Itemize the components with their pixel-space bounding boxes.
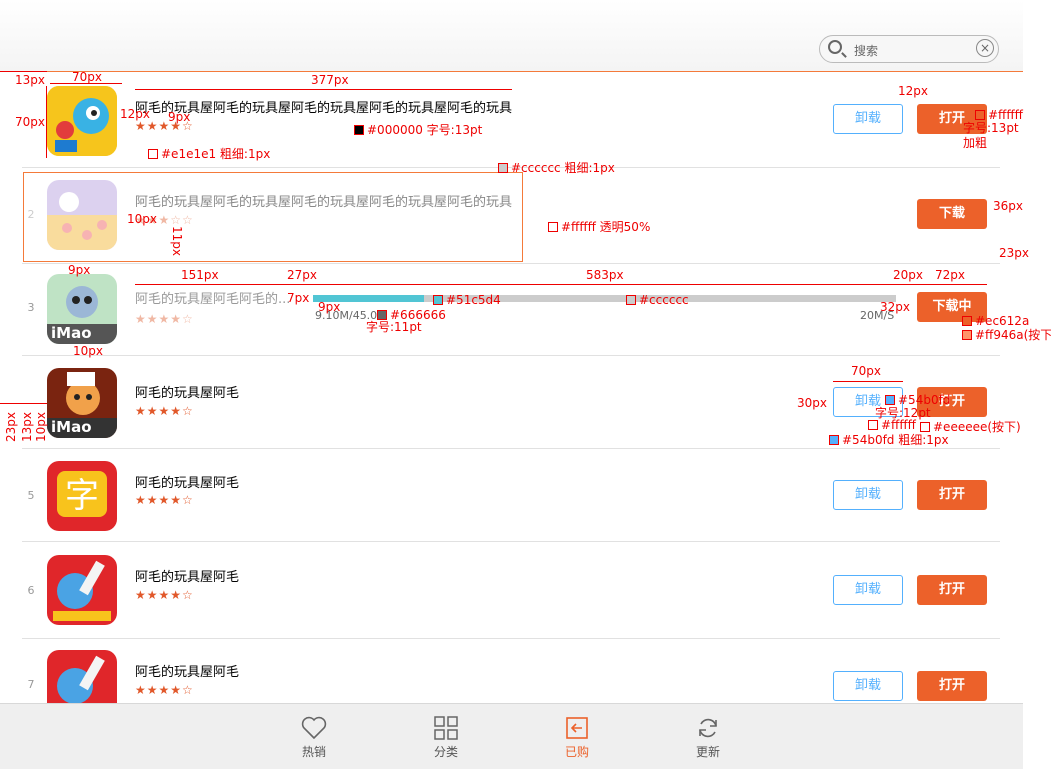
annotation: 12px xyxy=(120,107,150,121)
annotation: 70px xyxy=(15,115,45,129)
app-icon xyxy=(47,555,117,625)
annotation: 加粗 xyxy=(963,136,988,150)
open-button[interactable]: 打开 xyxy=(917,480,987,510)
refresh-icon xyxy=(699,718,717,738)
app-title: 阿毛的玩具屋阿毛 xyxy=(135,665,240,680)
app-title: 阿毛的玩具屋阿毛 xyxy=(135,386,240,401)
purchased-icon xyxy=(566,717,588,739)
uninstall-button[interactable]: 卸载 xyxy=(833,480,903,510)
measure-line xyxy=(0,71,47,72)
tab-label: 分类 xyxy=(433,745,458,759)
uninstall-button[interactable]: 卸载 xyxy=(833,671,903,701)
app-icon xyxy=(47,86,117,156)
annotation: #ff946a(按下) xyxy=(962,326,1051,343)
annotation: 字号:11pt xyxy=(366,320,422,334)
annotation: 583px xyxy=(586,268,624,282)
list-item[interactable] xyxy=(22,264,1000,356)
app-icon: iMao xyxy=(47,274,117,344)
search-placeholder: 搜索 xyxy=(854,44,879,58)
tab-hot[interactable]: 热销 xyxy=(284,704,344,770)
annotation: 12px xyxy=(898,84,928,98)
tab-category[interactable]: 分类 xyxy=(416,704,476,770)
rating-stars: ★★★★☆ xyxy=(135,404,194,418)
tab-label: 已购 xyxy=(564,745,589,759)
heart-icon xyxy=(301,716,327,740)
grid-icon xyxy=(434,716,458,740)
annotation: 32px xyxy=(880,300,910,314)
app-title: 阿毛的玩具屋阿毛的玩具屋阿毛的玩具屋阿毛的玩具屋阿毛的玩具 xyxy=(135,101,513,116)
measure-line xyxy=(0,403,47,404)
row-number: 6 xyxy=(27,584,35,597)
annotation: 11px xyxy=(170,226,184,256)
row-number: 3 xyxy=(27,301,35,314)
open-button[interactable]: 打开 xyxy=(917,575,987,605)
annotation: 20px xyxy=(893,268,923,282)
annotation: 13px xyxy=(15,73,45,87)
measure-line xyxy=(46,86,47,158)
uninstall-button[interactable]: 卸载 xyxy=(833,104,903,134)
rating-stars: ★★★★☆ xyxy=(135,683,194,697)
annotation: 70px xyxy=(851,364,881,378)
measure-line xyxy=(135,89,512,90)
annotation: 151px xyxy=(181,268,219,282)
annotation: #cccccc 粗细:1px xyxy=(498,159,615,176)
search-input[interactable]: 搜索 × xyxy=(819,35,999,63)
bottom-tab-bar: 热销 分类 已购 更新 xyxy=(0,703,1023,769)
annotation: 70px xyxy=(72,70,102,84)
annotation: 23px xyxy=(999,246,1029,260)
annotation: 10px xyxy=(73,344,103,358)
annotation: 27px xyxy=(287,268,317,282)
annotation: #cccccc xyxy=(626,293,689,307)
annotation: 72px xyxy=(935,268,965,282)
measure-line xyxy=(833,381,903,382)
open-button[interactable]: 打开 xyxy=(917,671,987,701)
rating-stars: ★★★★☆ xyxy=(135,588,194,602)
annotation: #54b0fd 粗细:1px xyxy=(829,431,949,448)
annotation: 30px xyxy=(797,396,827,410)
annotation: 7px xyxy=(287,291,310,305)
download-progress-bar xyxy=(313,295,896,302)
annotation: #000000 字号:13pt xyxy=(354,121,482,138)
rating-stars: ★★★★☆ xyxy=(135,312,194,326)
annotation: #51c5d4 xyxy=(433,293,501,307)
annotation: #e1e1e1 粗细:1px xyxy=(148,145,270,162)
tab-update[interactable]: 更新 xyxy=(678,704,738,770)
row-number: 7 xyxy=(27,678,35,691)
app-icon: iMao xyxy=(47,368,117,438)
annotation: 9px xyxy=(168,110,191,124)
measure-line xyxy=(135,284,987,285)
disabled-overlay xyxy=(23,172,523,262)
annotation: #ffffff xyxy=(868,418,916,432)
app-icon: 字 xyxy=(47,461,117,531)
annotation: 10px xyxy=(127,212,157,226)
clear-icon[interactable]: × xyxy=(976,39,994,57)
annotation: 9px xyxy=(68,263,91,277)
download-button[interactable]: 下载 xyxy=(917,199,987,229)
annotation: 36px xyxy=(993,199,1023,213)
annotation: 13px xyxy=(20,412,34,442)
svg-text:字: 字 xyxy=(65,476,99,516)
annotation: 377px xyxy=(311,73,349,87)
tab-label: 热销 xyxy=(301,745,326,759)
tab-label: 更新 xyxy=(695,745,720,759)
annotation: 10px xyxy=(34,412,48,442)
annotation: 23px xyxy=(4,412,18,442)
tab-purchased[interactable]: 已购 xyxy=(547,704,607,770)
rating-stars: ★★★★☆ xyxy=(135,493,194,507)
annotation: 9px xyxy=(318,300,341,314)
app-title: 阿毛的玩具屋阿毛 xyxy=(135,476,240,491)
app-title: 阿毛的玩具屋阿毛阿毛的... xyxy=(135,292,291,307)
row-number: 5 xyxy=(27,489,35,502)
app-title: 阿毛的玩具屋阿毛 xyxy=(135,570,240,585)
annotation: #ffffff 透明50% xyxy=(548,218,650,235)
app-title: 阿毛的玩具屋阿毛的玩具屋阿毛的玩具屋阿毛的玩具屋阿毛的玩具 xyxy=(135,195,513,210)
search-icon xyxy=(828,40,842,54)
uninstall-button[interactable]: 卸载 xyxy=(833,575,903,605)
